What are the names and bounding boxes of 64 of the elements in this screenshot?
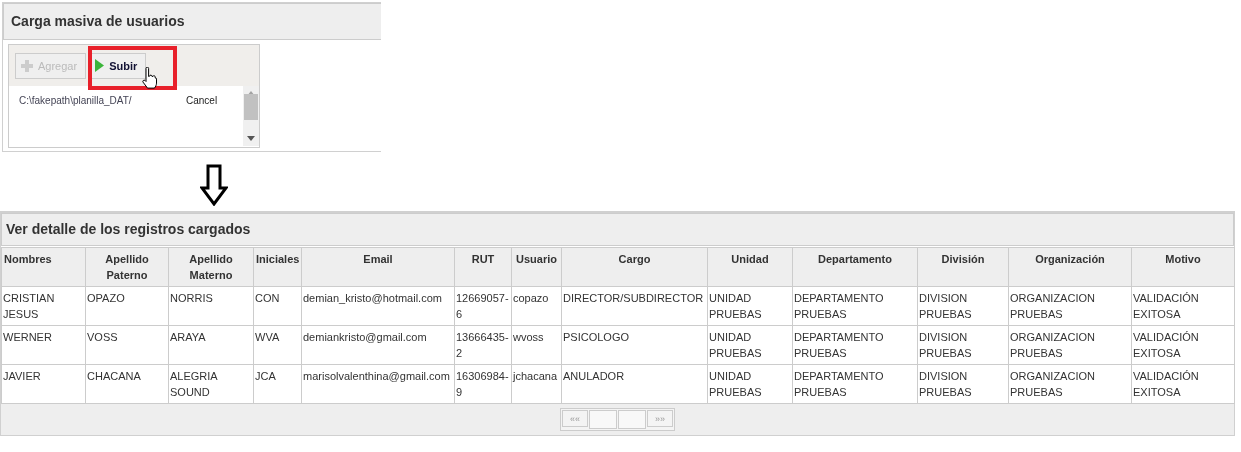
- table-cell: NORRIS: [168, 286, 254, 326]
- table-cell: ORGANIZACION PRUEBAS: [1008, 286, 1132, 326]
- table-cell: DIVISION PRUEBAS: [917, 325, 1009, 365]
- column-header[interactable]: Iniciales: [253, 247, 302, 287]
- column-header[interactable]: Motivo: [1131, 247, 1235, 287]
- table-cell: VALIDACIÓN EXITOSA: [1131, 286, 1235, 326]
- table-cell: DIVISION PRUEBAS: [917, 286, 1009, 326]
- page-field[interactable]: [589, 410, 617, 429]
- table-cell: UNIDAD PRUEBAS: [707, 286, 793, 326]
- table-cell: DEPARTAMENTO PRUEBAS: [792, 364, 918, 404]
- cancel-link[interactable]: Cancel: [186, 95, 218, 106]
- table-cell: VALIDACIÓN EXITOSA: [1131, 325, 1235, 365]
- table-cell: WERNER: [1, 325, 86, 365]
- play-icon: [94, 59, 105, 72]
- scroll-down-icon: [247, 136, 255, 141]
- table-cell: UNIDAD PRUEBAS: [707, 364, 793, 404]
- column-header[interactable]: Nombres: [1, 247, 86, 287]
- table-cell: ORGANIZACION PRUEBAS: [1008, 364, 1132, 404]
- table-cell: demian_kristo@hotmail.com: [301, 286, 455, 326]
- table-cell: CRISTIAN JESUS: [1, 286, 86, 326]
- panel-title: Carga masiva de usuarios: [3, 3, 381, 40]
- table-cell: 12669057-6: [454, 286, 512, 326]
- column-header[interactable]: Email: [301, 247, 455, 287]
- column-header[interactable]: Usuario: [511, 247, 562, 287]
- column-header[interactable]: Organización: [1008, 247, 1132, 287]
- table-cell: wvoss: [511, 325, 562, 365]
- table-cell: demiankristo@gmail.com: [301, 325, 455, 365]
- table-cell: DIRECTOR/SUBDIRECTOR: [561, 286, 708, 326]
- table-cell: 16306984-9: [454, 364, 512, 404]
- table-cell: CON: [253, 286, 302, 326]
- table-cell: WVA: [253, 325, 302, 365]
- table-cell: UNIDAD PRUEBAS: [707, 325, 793, 365]
- column-header[interactable]: Cargo: [561, 247, 708, 287]
- column-header[interactable]: Unidad: [707, 247, 793, 287]
- table-cell: 13666435-2: [454, 325, 512, 365]
- table-cell: JAVIER: [1, 364, 86, 404]
- table-cell: VALIDACIÓN EXITOSA: [1131, 364, 1235, 404]
- table-cell: PSICOLOGO: [561, 325, 708, 365]
- plus-icon: [21, 59, 33, 72]
- table-cell: CHACANA: [85, 364, 169, 404]
- table-cell: copazo: [511, 286, 562, 326]
- table-cell: DIVISION PRUEBAS: [917, 364, 1009, 404]
- column-header[interactable]: Apellido Paterno: [85, 247, 169, 287]
- table-cell: JCA: [253, 364, 302, 404]
- panel-title: Ver detalle de los registros cargados: [1, 213, 1234, 246]
- table-cell: DEPARTAMENTO PRUEBAS: [792, 286, 918, 326]
- table-cell: ALEGRIA SOUND: [168, 364, 254, 404]
- table-cell: ARAYA: [168, 325, 254, 365]
- table-cell: DEPARTAMENTO PRUEBAS: [792, 325, 918, 365]
- column-header[interactable]: RUT: [454, 247, 512, 287]
- table-cell: marisolvalenthina@gmail.com: [301, 364, 455, 404]
- scrollbar[interactable]: [243, 86, 259, 146]
- column-header[interactable]: División: [917, 247, 1009, 287]
- down-arrow-icon: [200, 164, 228, 206]
- table-cell: OPAZO: [85, 286, 169, 326]
- table-cell: ANULADOR: [561, 364, 708, 404]
- table-cell: jchacana: [511, 364, 562, 404]
- hand-cursor-icon: [141, 67, 157, 89]
- column-header[interactable]: Departamento: [792, 247, 918, 287]
- scroll-thumb[interactable]: [244, 94, 258, 120]
- file-name: C:\fakepath\planilla_DAT/: [19, 95, 133, 106]
- table-cell: VOSS: [85, 325, 169, 365]
- table-cell: ORGANIZACION PRUEBAS: [1008, 325, 1132, 365]
- column-header[interactable]: Apellido Materno: [168, 247, 254, 287]
